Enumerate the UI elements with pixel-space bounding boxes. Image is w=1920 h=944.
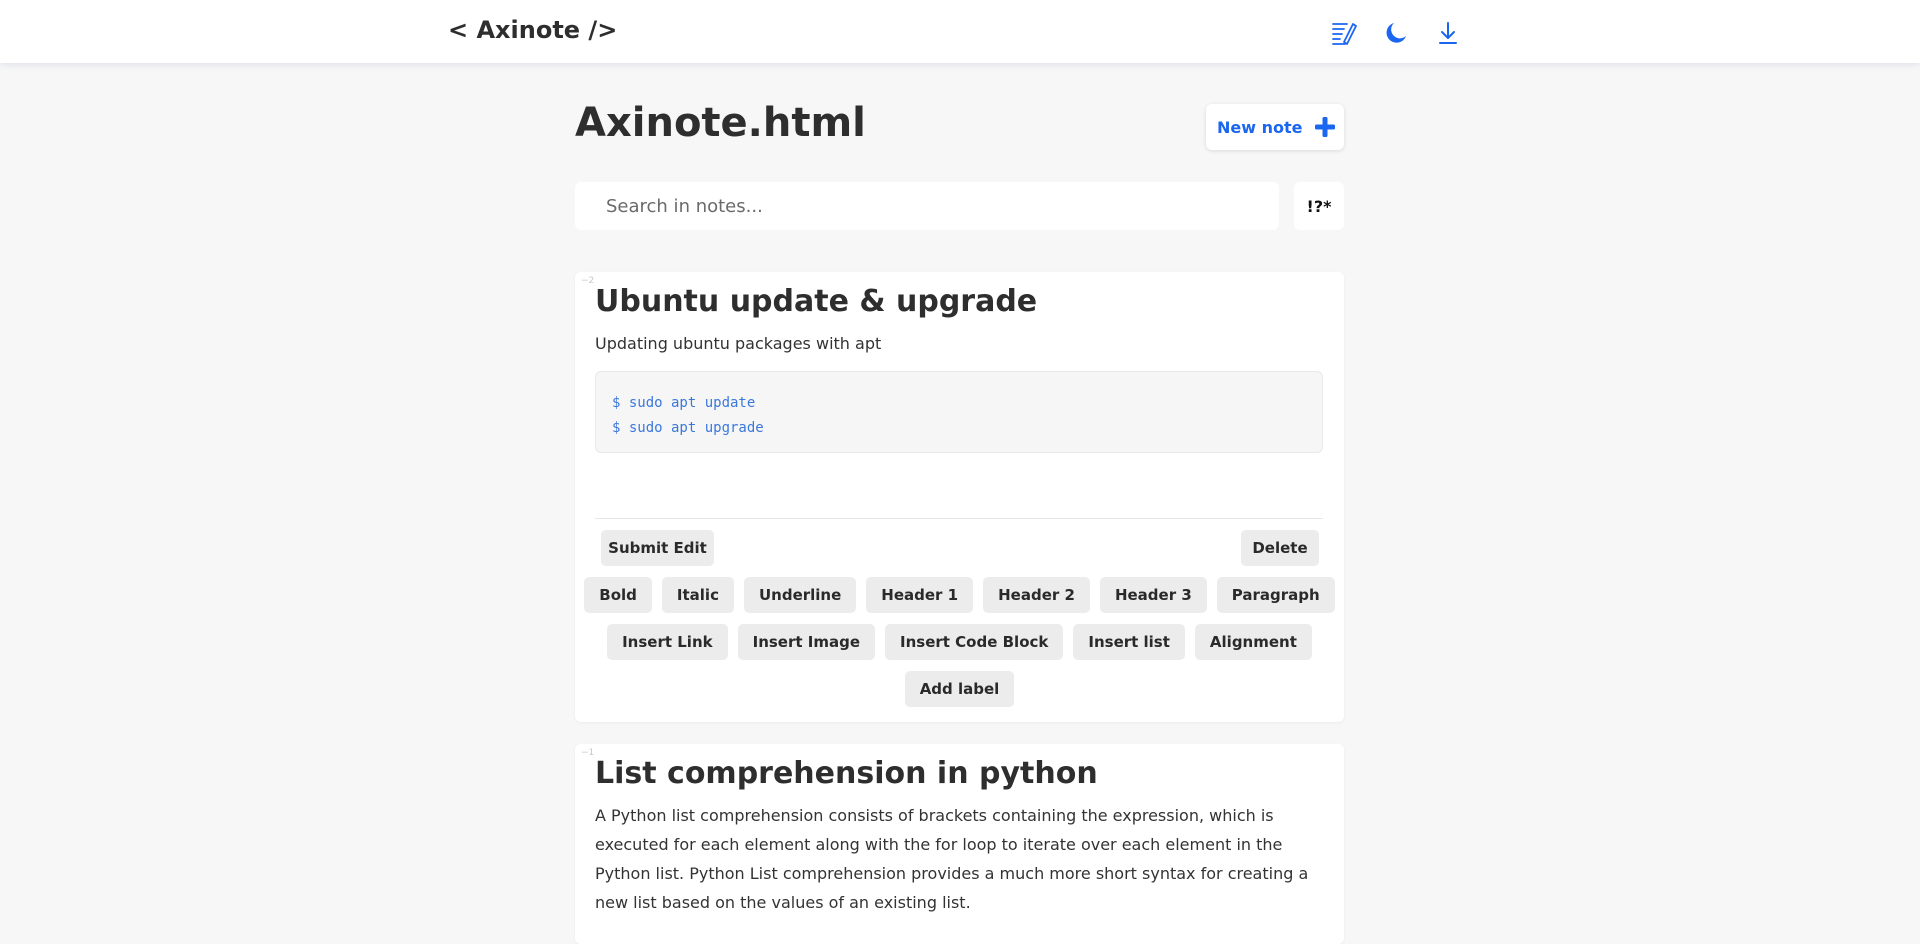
note-title[interactable]: Ubuntu update & upgrade [595, 284, 1037, 319]
insert-toolbar-row: Insert Link Insert Image Insert Code Blo… [575, 624, 1344, 660]
delete-button[interactable]: Delete [1241, 530, 1319, 566]
note-id: −1 [581, 748, 595, 758]
note-id: −2 [581, 276, 595, 286]
formatting-toolbar-row: Bold Italic Underline Header 1 Header 2 … [575, 577, 1344, 613]
bold-button[interactable]: Bold [584, 577, 652, 613]
page-title: Axinote.html [575, 100, 866, 146]
submit-edit-button[interactable]: Submit Edit [601, 530, 714, 566]
note-description[interactable]: A Python list comprehension consists of … [595, 801, 1325, 917]
divider [595, 518, 1323, 519]
new-note-button[interactable]: New note [1206, 104, 1344, 150]
alignment-button[interactable]: Alignment [1194, 624, 1312, 660]
note-card: −1 List comprehension in python A Python… [575, 744, 1344, 944]
code-line: $ sudo apt upgrade [612, 420, 764, 436]
insert-image-button[interactable]: Insert Image [737, 624, 876, 660]
download-icon[interactable] [1435, 20, 1461, 46]
header-2-button[interactable]: Header 2 [983, 577, 1090, 613]
insert-list-button[interactable]: Insert list [1073, 624, 1185, 660]
label-toolbar-row: Add label [575, 671, 1344, 707]
paragraph-button[interactable]: Paragraph [1216, 577, 1335, 613]
header-3-button[interactable]: Header 3 [1099, 577, 1207, 613]
insert-link-button[interactable]: Insert Link [607, 624, 728, 660]
code-line: $ sudo apt update [612, 395, 756, 411]
note-card: −2 Ubuntu update & upgrade Updating ubun… [575, 272, 1344, 722]
add-label-button[interactable]: Add label [904, 671, 1015, 707]
new-note-label: New note [1217, 117, 1303, 137]
search-input[interactable] [575, 182, 1279, 230]
regex-toggle-button[interactable]: !?* [1294, 182, 1344, 230]
underline-button[interactable]: Underline [743, 577, 857, 613]
insert-code-block-button[interactable]: Insert Code Block [885, 624, 1064, 660]
note-title[interactable]: List comprehension in python [595, 756, 1098, 791]
note-description[interactable]: Updating ubuntu packages with apt [595, 329, 1325, 358]
app-logo[interactable]: < Axinote /> [448, 16, 617, 44]
italic-button[interactable]: Italic [661, 577, 734, 613]
top-navbar: < Axinote /> [0, 0, 1920, 63]
notes-edit-icon[interactable] [1331, 20, 1357, 46]
code-block[interactable]: $ sudo apt update $ sudo apt upgrade [595, 371, 1323, 453]
plus-icon [1314, 116, 1336, 138]
header-1-button[interactable]: Header 1 [866, 577, 974, 613]
moon-icon[interactable] [1383, 20, 1409, 46]
